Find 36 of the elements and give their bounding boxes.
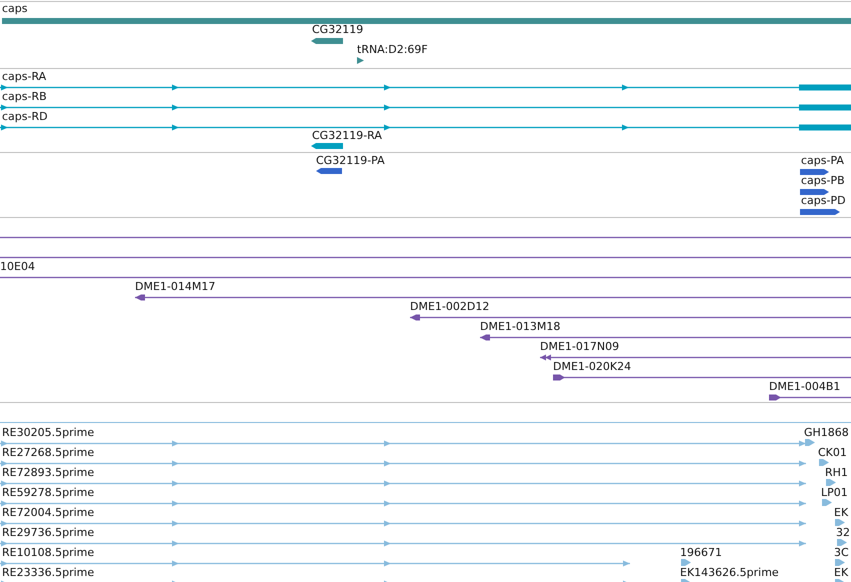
feature-label: caps-RA	[2, 70, 46, 84]
feature-label: 3C	[834, 546, 849, 560]
feature-label: caps-RD	[2, 110, 48, 124]
feature-label: DME1-020K24	[553, 360, 632, 374]
feature-label: DME1-017N09	[540, 340, 620, 354]
feature-label: EK143626.5prime	[680, 566, 779, 580]
feature-label: caps-PB	[801, 174, 845, 188]
feature-label: CG32119-RA	[312, 129, 382, 143]
feature-label: CK01	[818, 446, 847, 460]
feature-label: EK	[834, 506, 848, 520]
feature-label: RE27268.5prime	[2, 446, 94, 460]
feature-label: RH1	[825, 466, 848, 480]
feature-label: 196671	[680, 546, 722, 560]
feature-label: caps	[2, 2, 28, 16]
feature-label: LP01	[821, 486, 848, 500]
feature-label: 32	[836, 526, 850, 540]
feature-label: caps-PA	[801, 154, 844, 168]
feature-label: DME1-013M18	[480, 320, 560, 334]
feature-label: RE30205.5prime	[2, 426, 94, 440]
feature-label: caps-RB	[2, 90, 47, 104]
feature-label: GH1868	[804, 426, 849, 440]
feature-label: RE10108.5prime	[2, 546, 94, 560]
feature-label: 10E04	[0, 260, 35, 274]
feature-label: tRNA:D2:69F	[357, 43, 428, 57]
feature-label: RE72893.5prime	[2, 466, 94, 480]
feature-label: EK	[834, 566, 848, 580]
feature-label: RE29736.5prime	[2, 526, 94, 540]
feature-label: caps-PD	[801, 194, 846, 208]
feature-label: RE59278.5prime	[2, 486, 94, 500]
feature-label: CG32119-PA	[316, 154, 385, 168]
feature-label: DME1-004B1	[769, 380, 840, 394]
feature-label: CG32119	[312, 23, 364, 37]
feature-label: RE72004.5prime	[2, 506, 94, 520]
feature-label: DME1-002D12	[410, 300, 490, 314]
feature-label: RE23336.5prime	[2, 566, 94, 580]
feature-label: DME1-014M17	[135, 280, 216, 294]
